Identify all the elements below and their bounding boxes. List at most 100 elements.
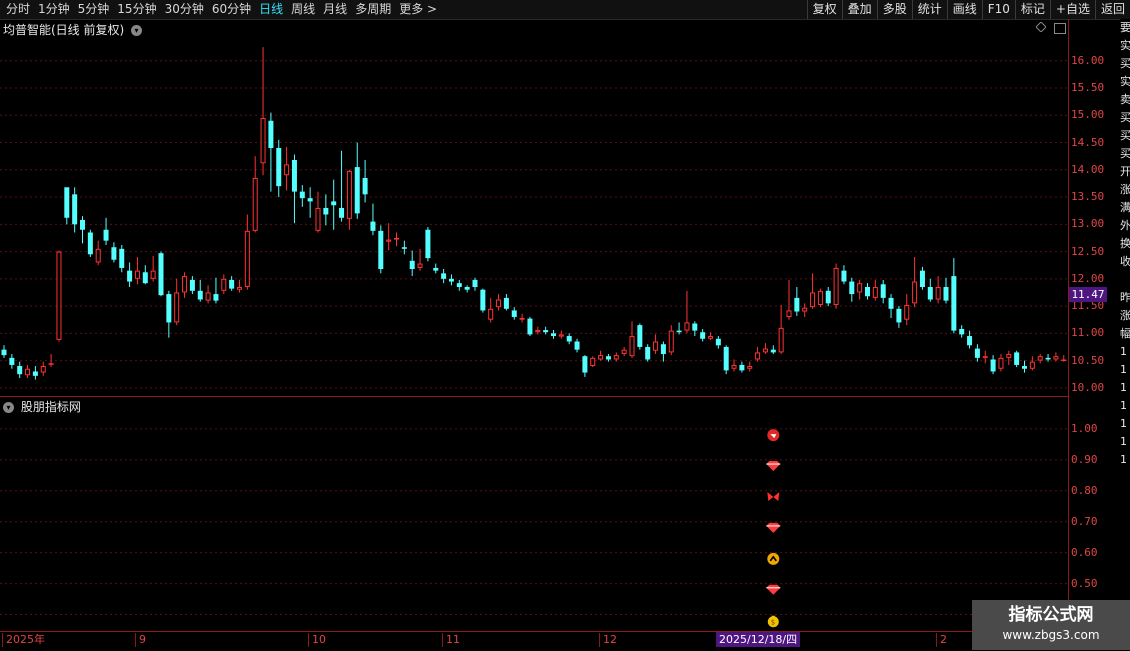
candle-body (362, 177, 368, 195)
candle-body (872, 286, 878, 298)
quote-label: 1 (1120, 435, 1127, 448)
candle-body (370, 221, 376, 231)
period-tab[interactable]: 30分钟 (161, 0, 208, 19)
candle-body (715, 338, 721, 346)
toolbar-button[interactable]: 画线 (946, 0, 982, 19)
candle-body (535, 330, 541, 333)
period-tab[interactable]: 更多 > (395, 0, 441, 19)
candle-body (1, 349, 7, 356)
candle-body (629, 336, 635, 357)
quote-label: 实 (1120, 39, 1130, 52)
toolbar-button[interactable]: F10 (981, 0, 1015, 19)
period-tab[interactable]: 60分钟 (208, 0, 255, 19)
candle-body (747, 366, 753, 369)
candle-body (197, 290, 203, 300)
indicator-tick-label: 0.50 (1071, 576, 1098, 590)
quote-label: 换 (1120, 237, 1130, 250)
candle-body (417, 263, 423, 268)
quote-label: 1 (1120, 345, 1127, 358)
candle-body (660, 344, 666, 355)
candle-body (1029, 361, 1035, 369)
candle-body (1037, 356, 1043, 361)
candle-body (441, 273, 447, 279)
date-tick-label: 11 (442, 633, 460, 647)
toolbar-button[interactable]: 返回 (1094, 0, 1130, 19)
svg-text:$: $ (771, 619, 775, 627)
candle-body (237, 286, 242, 290)
candle-body (111, 247, 117, 260)
chart-area[interactable]: $ (0, 19, 1068, 631)
candle-body (72, 194, 78, 225)
period-tab[interactable]: 日线 (255, 0, 287, 19)
toolbar-button[interactable]: 统计 (911, 0, 947, 19)
quote-label: 昨 (1120, 291, 1130, 304)
toolbar-button[interactable]: 复权 (806, 0, 842, 19)
candle-body (543, 330, 549, 333)
candle-body (17, 366, 23, 375)
period-tab[interactable]: 多周期 (351, 0, 395, 19)
candle-body (166, 294, 172, 323)
toolbar-button[interactable]: 标记 (1014, 0, 1050, 19)
candle-body (841, 270, 847, 282)
candle-body (174, 292, 180, 323)
candle-body (9, 357, 15, 365)
toolbar-button[interactable]: 多股 (876, 0, 912, 19)
price-tick-label: 12.50 (1071, 244, 1105, 258)
gem-icon (766, 584, 781, 595)
candle-body (511, 310, 517, 317)
gem-icon (766, 522, 781, 533)
axis-separator (1068, 19, 1069, 631)
candle-body (558, 334, 564, 337)
date-tick-label: 2025年 (2, 633, 45, 647)
candle-body (833, 267, 839, 305)
candle-body (346, 170, 352, 219)
price-tick-label: 14.00 (1071, 162, 1105, 176)
candle-body (598, 355, 604, 360)
candle-body (865, 286, 870, 297)
period-tab[interactable]: 月线 (319, 0, 351, 19)
candle-body (401, 247, 407, 249)
candle-body (409, 260, 415, 270)
candle-body (794, 297, 800, 312)
period-tab[interactable]: 1分钟 (34, 0, 74, 19)
candle-body (1006, 354, 1012, 358)
quote-label: 开 (1120, 165, 1130, 178)
quote-label: 买 (1120, 147, 1130, 160)
quote-label: 1 (1120, 381, 1127, 394)
candle-body (668, 330, 674, 353)
period-tab[interactable]: 分时 (2, 0, 34, 19)
candle-body (527, 318, 533, 335)
candle-body (48, 363, 54, 365)
candle-body (142, 272, 148, 284)
candle-body (229, 279, 235, 289)
quote-label: 实 (1120, 75, 1130, 88)
candle-body (637, 325, 643, 347)
indicator-tick-label: 1.00 (1071, 421, 1098, 435)
candle-body (339, 207, 345, 218)
quote-label: 1 (1120, 453, 1127, 466)
price-tick-label: 11.00 (1071, 326, 1105, 340)
gem-icon (766, 461, 781, 472)
quote-label: 买 (1120, 57, 1130, 70)
period-tab[interactable]: 5分钟 (74, 0, 114, 19)
candle-body (213, 294, 219, 301)
candle-body (456, 283, 462, 287)
candle-body (849, 281, 855, 295)
quote-label: 买 (1120, 129, 1130, 142)
candle-body (621, 349, 627, 355)
price-tick-label: 12.00 (1071, 271, 1105, 285)
candle-body (315, 207, 321, 231)
toolbar-button[interactable]: 叠加 (841, 0, 877, 19)
toolbar-right-buttons: 复权 叠加 多股 统计 画线 F10 标记 +自选 返回 (806, 0, 1130, 19)
date-axis: 2025年910111212 (0, 631, 1068, 651)
price-tick-label: 14.50 (1071, 135, 1105, 149)
candle-body (708, 336, 713, 339)
indicator-tick-label: 0.60 (1071, 545, 1098, 559)
toolbar-button[interactable]: +自选 (1049, 0, 1095, 19)
price-tick-label: 16.00 (1071, 53, 1105, 67)
period-tab[interactable]: 15分钟 (113, 0, 160, 19)
candle-body (692, 323, 698, 331)
candle-body (56, 251, 62, 340)
candle-body (645, 346, 651, 360)
period-tab[interactable]: 周线 (287, 0, 319, 19)
